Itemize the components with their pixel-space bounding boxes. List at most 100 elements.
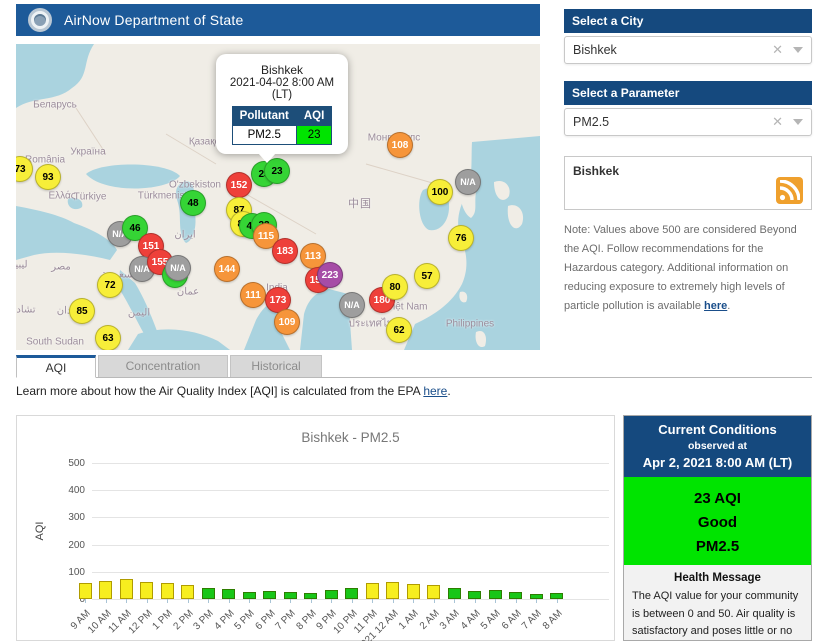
x-axis-tick: [433, 599, 435, 603]
chart-bar[interactable]: [201, 588, 215, 599]
map-marker[interactable]: 48: [180, 190, 206, 216]
note-here-link[interactable]: here: [704, 300, 727, 312]
learn-more-body: Learn more about how the Air Quality Ind…: [16, 384, 424, 398]
chevron-down-icon[interactable]: [793, 47, 803, 53]
x-axis-tick: [536, 599, 537, 603]
map-marker[interactable]: 223: [317, 262, 343, 288]
map-marker[interactable]: 80: [382, 274, 408, 300]
clear-parameter-icon[interactable]: ✕: [772, 114, 783, 130]
map-marker[interactable]: 62: [386, 317, 412, 343]
map-marker[interactable]: 144: [214, 256, 240, 282]
aqi-bar-chart: Bishkek - PM2.5 AQI 0 100 200 300 400 500 9 AM…: [16, 415, 615, 641]
chart-bar[interactable]: [78, 583, 92, 599]
map-marker[interactable]: 109: [274, 309, 300, 335]
x-axis-tick: [85, 599, 86, 603]
map-marker[interactable]: 63: [95, 325, 121, 350]
chart-bar[interactable]: [427, 584, 440, 599]
map-marker[interactable]: 76: [448, 225, 474, 251]
aqi-value: 23 AQI: [694, 490, 741, 507]
map-marker[interactable]: 111: [240, 282, 266, 308]
x-axis-tick: [392, 599, 394, 603]
map-marker[interactable]: 152: [226, 172, 252, 198]
x-axis-tick: [167, 599, 168, 603]
chart-bar[interactable]: [468, 590, 481, 599]
map-marker[interactable]: 108: [387, 132, 413, 158]
app-header: AirNow Department of State: [16, 4, 540, 36]
aqi-map[interactable]: Беларусь Україна România Ελλάς Türkiye Türkme…: [16, 44, 540, 350]
parameter-select[interactable]: PM2.5 ✕: [564, 108, 812, 136]
x-axis-tick: [372, 599, 373, 603]
city-select[interactable]: Bishkek ✕: [564, 36, 812, 64]
chart-bar[interactable]: [140, 581, 153, 599]
chart-bar[interactable]: [386, 582, 399, 599]
map-marker[interactable]: N/A: [455, 169, 481, 195]
map-country-label: ليبيا: [16, 259, 28, 271]
aqi-pollutant: PM2.5: [695, 538, 740, 555]
chart-bar[interactable]: [181, 584, 194, 599]
chart-title: Bishkek - PM2.5: [301, 430, 400, 445]
chart-bar[interactable]: [406, 584, 420, 599]
map-country-label: تشاد: [16, 304, 36, 316]
x-axis-tick: [187, 599, 189, 603]
current-conditions-header: Current Conditions observed at Apr 2, 20…: [624, 416, 811, 477]
clear-city-icon[interactable]: ✕: [772, 42, 783, 58]
chart-bar[interactable]: [99, 581, 112, 599]
map-marker[interactable]: 93: [35, 164, 61, 190]
chart-bar[interactable]: [345, 588, 358, 599]
current-conditions-panel: Current Conditions observed at Apr 2, 20…: [623, 415, 812, 641]
x-axis-tick: [454, 599, 455, 603]
tab-concentration[interactable]: Concentration: [98, 355, 228, 378]
select-city-header: Select a City: [564, 9, 812, 33]
aqi-note: Note: Values above 500 are considered Be…: [564, 221, 812, 316]
x-axis-tick: [228, 599, 230, 603]
map-marker[interactable]: 85: [69, 298, 95, 324]
learn-more-text: Learn more about how the Air Quality Ind…: [16, 384, 451, 398]
map-marker[interactable]: 57: [414, 263, 440, 289]
chart-bar[interactable]: [365, 583, 379, 599]
chart-bar[interactable]: [283, 592, 297, 599]
y-axis-tick: 100: [68, 566, 85, 578]
map-marker[interactable]: N/A: [165, 255, 191, 281]
rss-icon[interactable]: [776, 177, 803, 204]
x-axis-tick: [331, 599, 332, 603]
map-marker[interactable]: N/A: [339, 292, 365, 318]
chart-bar[interactable]: [509, 591, 522, 599]
chart-bar[interactable]: [222, 589, 235, 599]
chart-gridline: [92, 599, 609, 600]
map-country-label: Беларусь: [33, 99, 77, 111]
chart-bar[interactable]: [488, 589, 502, 599]
chart-bar[interactable]: [242, 591, 256, 599]
chart-gridline: [92, 463, 609, 464]
observed-at-label: observed at: [688, 440, 747, 452]
chart-gridline: [92, 490, 609, 492]
feed-box: Bishkek: [564, 156, 812, 210]
learn-more-here-link[interactable]: here: [423, 384, 447, 398]
city-select-value: Bishkek: [573, 43, 617, 57]
chart-bar[interactable]: [263, 590, 276, 599]
map-country-label: مصر: [51, 261, 71, 273]
tab-aqi[interactable]: AQI: [16, 355, 96, 378]
chevron-down-icon[interactable]: [793, 119, 803, 125]
tab-historical[interactable]: Historical: [230, 355, 322, 378]
popup-timezone: (LT): [271, 89, 293, 101]
map-country-label: اليمن: [127, 307, 151, 319]
chart-bar[interactable]: [119, 578, 133, 599]
x-axis-tick: [249, 599, 250, 603]
map-marker[interactable]: 183: [272, 238, 298, 264]
note-text: Note: Values above 500 are considered Be…: [564, 224, 797, 312]
popup-datetime: 2021-04-02 8:00 AM: [229, 77, 335, 89]
x-axis-tick: [146, 599, 148, 603]
popup-col-pollutant: Pollutant: [231, 106, 297, 126]
chart-bar[interactable]: [160, 583, 174, 599]
map-marker[interactable]: 100: [427, 179, 453, 205]
tab-divider: [16, 377, 812, 378]
app-title: AirNow Department of State: [64, 12, 244, 28]
x-axis-tick: [515, 599, 517, 603]
chart-bar[interactable]: [324, 590, 338, 599]
x-axis-tick: [556, 599, 558, 603]
map-marker[interactable]: 72: [97, 272, 123, 298]
chart-bar[interactable]: [447, 587, 461, 599]
y-axis-tick: 400: [68, 485, 85, 497]
health-message-body: The AQI value for your community is betw…: [632, 590, 799, 638]
observation-datetime: Apr 2, 2021 8:00 AM (LT): [642, 455, 793, 470]
